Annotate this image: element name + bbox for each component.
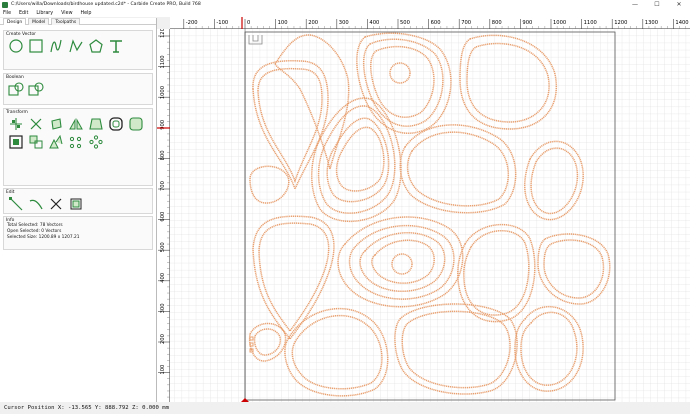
transform-box-icon[interactable]: [68, 197, 84, 211]
menu-library[interactable]: Library: [36, 11, 53, 16]
ruler-label: 1100: [160, 55, 166, 68]
ruler-label: 300: [339, 20, 349, 26]
ruler-label: 600: [431, 20, 441, 26]
menu-file[interactable]: File: [3, 11, 11, 16]
create-vector-section: Create Vector: [3, 30, 153, 70]
ruler-label: 800: [160, 150, 166, 160]
edit-section: Edit: [3, 188, 153, 214]
ruler-label: 1200: [160, 29, 166, 38]
ruler-label: 1200: [614, 20, 627, 26]
polyline-tool-icon[interactable]: [68, 39, 84, 53]
ruler-label: 100: [278, 20, 288, 26]
close-button[interactable]: ✕: [668, 0, 690, 9]
info-section: Info Total Selected: 78 Vectors Open Sel…: [3, 216, 153, 250]
curve-tool-icon[interactable]: [48, 39, 64, 53]
vertical-ruler: 1200110010009008007006005004003002001000: [157, 25, 170, 405]
ruler-label: 1300: [645, 20, 658, 26]
ruler-label: 300: [160, 303, 166, 313]
design-canvas[interactable]: [170, 29, 690, 402]
ruler-label: 0: [247, 20, 250, 26]
trim-icon[interactable]: [28, 197, 44, 211]
ruler-label: 1100: [584, 20, 597, 26]
status-bar: Cursor Position X: -13.565 Y: 888.792 Z:…: [0, 402, 690, 414]
minimize-button[interactable]: —: [624, 0, 646, 9]
menu-view[interactable]: View: [61, 11, 72, 16]
polygon-tool-icon[interactable]: [88, 39, 104, 53]
dots-pattern-icon[interactable]: [68, 135, 84, 149]
circle-tool-icon[interactable]: [8, 39, 24, 53]
left-panel: Design Model Toolpaths Create Vector Boo…: [0, 18, 157, 402]
inset-icon[interactable]: [8, 135, 24, 149]
panel-tabs: Design Model Toolpaths: [0, 18, 156, 25]
node-edit-icon[interactable]: [8, 197, 24, 211]
fillet-icon[interactable]: [128, 117, 144, 131]
ruler-label: 200: [308, 20, 318, 26]
boolean-section: Boolean: [3, 73, 153, 105]
ruler-label: 1400: [675, 20, 688, 26]
ruler-label: 500: [160, 242, 166, 252]
ruler-label: 500: [400, 20, 410, 26]
scale-icon[interactable]: [28, 117, 44, 131]
align-icon[interactable]: [8, 117, 24, 131]
ruler-label: 800: [492, 20, 502, 26]
boolean-subtract-icon[interactable]: [28, 82, 44, 96]
ruler-label: 200: [160, 334, 166, 344]
tab-model[interactable]: Model: [28, 18, 50, 25]
ruler-label: -100: [216, 20, 228, 26]
text-tool-icon[interactable]: [108, 39, 124, 53]
join-icon[interactable]: [28, 135, 44, 149]
shear-icon[interactable]: [88, 117, 104, 131]
app-icon: [2, 1, 8, 8]
ruler-label: 600: [160, 212, 166, 222]
mirror-icon[interactable]: [68, 117, 84, 131]
circular-pattern-icon[interactable]: [88, 135, 104, 149]
ruler-label: -200: [186, 20, 198, 26]
menu-help[interactable]: Help: [81, 11, 92, 16]
ruler-label: 1000: [553, 20, 566, 26]
triangle-group-icon[interactable]: [48, 135, 64, 149]
ruler-label: 400: [160, 273, 166, 283]
ruler-label: 100: [160, 365, 166, 375]
tab-toolpaths[interactable]: Toolpaths: [51, 18, 81, 25]
menu-bar: File Edit Library View Help: [0, 9, 690, 17]
cut-icon[interactable]: [48, 197, 64, 211]
rectangle-tool-icon[interactable]: [28, 39, 44, 53]
selected-size-text: Selected Size: 1200.89 x 1207.21: [7, 235, 80, 240]
ruler-label: 900: [522, 20, 532, 26]
offset-icon[interactable]: [108, 117, 124, 131]
menu-edit[interactable]: Edit: [19, 11, 28, 16]
ruler-label: 400: [369, 20, 379, 26]
title-bar: C:/Users/willa/Downloads/birdhouse updat…: [0, 0, 690, 9]
rotate-icon[interactable]: [48, 117, 64, 131]
tab-design[interactable]: Design: [3, 18, 27, 25]
transform-section: Transform: [3, 108, 153, 186]
ruler-label: 700: [160, 181, 166, 191]
maximize-button[interactable]: ☐: [646, 0, 668, 9]
window-title: C:/Users/willa/Downloads/birdhouse updat…: [11, 2, 201, 7]
boolean-union-icon[interactable]: [8, 82, 24, 96]
ruler-label: 1000: [160, 86, 166, 99]
ruler-label: 700: [461, 20, 471, 26]
cursor-position-text: Cursor Position X: -13.565 Y: 888.792 Z:…: [4, 405, 170, 411]
horizontal-ruler: -200 -100 0 100 200 300 400 500 600 700 800 900 1000…: [170, 17, 690, 29]
